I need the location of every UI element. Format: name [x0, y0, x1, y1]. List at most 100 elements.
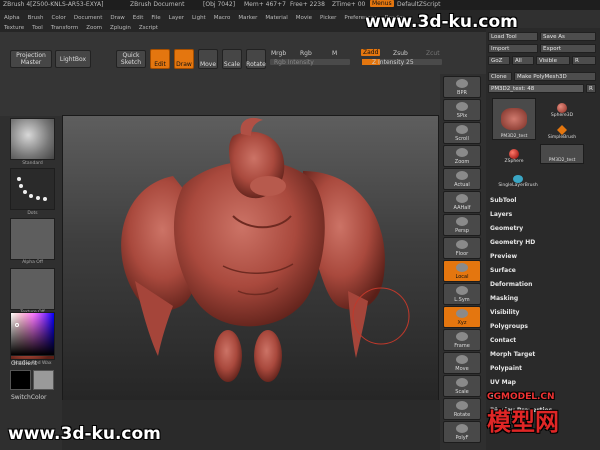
shelf-button-label: Floor: [455, 251, 469, 257]
tool-menu-deformation[interactable]: Deformation: [490, 278, 598, 292]
shelf-button-persp[interactable]: Persp: [443, 214, 481, 236]
export-button[interactable]: Export: [540, 44, 596, 53]
menu-item[interactable]: Brush: [28, 15, 44, 21]
menu-item[interactable]: Edit: [133, 15, 144, 21]
tool-cell-active[interactable]: PM3D2_test: [492, 98, 536, 140]
shelf-button-actual[interactable]: Actual: [443, 168, 481, 190]
load-tool-button[interactable]: Load Tool: [488, 32, 538, 41]
projection-master-button[interactable]: Projection Master: [10, 50, 52, 68]
tool-cell-zsphere[interactable]: ZSphere: [492, 144, 536, 164]
shelf-button-scroll[interactable]: Scroll: [443, 122, 481, 144]
switch-color-button[interactable]: SwitchColor: [11, 394, 47, 401]
menu-item[interactable]: Zplugin: [110, 25, 131, 31]
document-canvas[interactable]: [63, 116, 438, 400]
color-picker[interactable]: [10, 312, 55, 356]
zcut-toggle[interactable]: Zcut: [426, 50, 440, 57]
default-zscript-button[interactable]: DefaultZScript: [397, 1, 440, 8]
shelf-button-bpr[interactable]: BPR: [443, 76, 481, 98]
quick-sketch-button[interactable]: Quick Sketch: [116, 50, 146, 68]
draw-button[interactable]: Draw: [174, 49, 194, 69]
tool-menu-geometry-hd[interactable]: Geometry HD: [490, 236, 598, 250]
color-picker-cursor[interactable]: [15, 323, 19, 327]
menu-item[interactable]: Tool: [32, 25, 43, 31]
shelf-button-spix[interactable]: SPix: [443, 99, 481, 121]
tool-cell-pm3d2[interactable]: PM3D2_test: [540, 144, 584, 164]
tool-menu-uv-map[interactable]: UV Map: [490, 376, 598, 390]
make-polymesh-button[interactable]: Make PolyMesh3D: [514, 72, 596, 81]
menu-item[interactable]: Marker: [238, 15, 257, 21]
secondary-color-swatch[interactable]: [33, 370, 54, 390]
lightbox-button[interactable]: LightBox: [55, 50, 91, 68]
brush-thumbnail[interactable]: [10, 118, 55, 160]
shelf-button-label: SPix: [456, 113, 468, 119]
r-button[interactable]: R: [572, 56, 596, 65]
tool-menu-morph-target[interactable]: Morph Target: [490, 348, 598, 362]
move-button[interactable]: Move: [198, 49, 218, 69]
goz-button[interactable]: GoZ: [488, 56, 510, 65]
tool-cell-singlelayer[interactable]: SingleLayerBrush: [488, 166, 548, 188]
m-toggle[interactable]: M: [332, 50, 337, 57]
shelf-button-move[interactable]: Move: [443, 352, 481, 374]
tool-menu-geometry[interactable]: Geometry: [490, 222, 598, 236]
menu-item[interactable]: Picker: [320, 15, 336, 21]
tool-menu-subtool[interactable]: SubTool: [490, 194, 598, 208]
shelf-button-rotate[interactable]: Rotate: [443, 398, 481, 420]
stroke-thumbnail[interactable]: [10, 168, 55, 210]
menu-item[interactable]: Movie: [296, 15, 312, 21]
menu-item[interactable]: File: [151, 15, 160, 21]
rotate-button[interactable]: Rotate: [246, 49, 266, 69]
current-tool-r[interactable]: R: [586, 84, 596, 93]
tool-menu-polygroups[interactable]: Polygroups: [490, 320, 598, 334]
clone-button[interactable]: Clone: [488, 72, 512, 81]
import-button[interactable]: Import: [488, 44, 538, 53]
menu-item[interactable]: Material: [265, 15, 287, 21]
rgb-toggle[interactable]: Rgb: [300, 50, 312, 57]
gradient-toggle[interactable]: Gradient: [11, 360, 37, 367]
zadd-toggle[interactable]: Zadd: [361, 49, 381, 56]
shelf-button-aahalf[interactable]: AAHalf: [443, 191, 481, 213]
shelf-button-scale[interactable]: Scale: [443, 375, 481, 397]
menu-item[interactable]: Color: [52, 15, 66, 21]
menu-item[interactable]: Draw: [110, 15, 124, 21]
persp-icon: [456, 217, 468, 226]
shelf-button-zoom[interactable]: Zoom: [443, 145, 481, 167]
menu-item[interactable]: Document: [74, 15, 103, 21]
menu-item[interactable]: Texture: [4, 25, 24, 31]
menu-item[interactable]: Zscript: [139, 25, 158, 31]
shelf-button-label: Scroll: [455, 136, 469, 142]
save-as-button[interactable]: Save As: [540, 32, 596, 41]
shelf-button-polyf[interactable]: PolyF: [443, 421, 481, 443]
shelf-button-frame[interactable]: Frame: [443, 329, 481, 351]
tool-menu-visibility[interactable]: Visibility: [490, 306, 598, 320]
menu-item[interactable]: Transform: [51, 25, 78, 31]
tool-menu-preview[interactable]: Preview: [490, 250, 598, 264]
tool-sub-menus: SubTool Layers Geometry Geometry HD Preview S…: [490, 194, 598, 418]
visible-button[interactable]: Visible: [536, 56, 570, 65]
shelf-button-lsym[interactable]: L.Sym: [443, 283, 481, 305]
current-tool-slider[interactable]: PM3D2_test: 48: [488, 84, 584, 93]
edit-button[interactable]: Edit: [150, 49, 170, 69]
menu-item[interactable]: Alpha: [4, 15, 20, 21]
tool-menu-surface[interactable]: Surface: [490, 264, 598, 278]
tool-cell-sphere[interactable]: Sphere3D: [540, 98, 584, 118]
main-color-swatch[interactable]: [10, 370, 31, 390]
tool-menu-layers[interactable]: Layers: [490, 208, 598, 222]
mrgb-toggle[interactable]: Mrgb: [271, 50, 286, 57]
tool-menu-polypaint[interactable]: Polypaint: [490, 362, 598, 376]
menu-item[interactable]: Light: [192, 15, 206, 21]
all-button[interactable]: All: [512, 56, 534, 65]
tool-cell-label-3: SimpleBrush: [547, 135, 577, 140]
menus-button[interactable]: Menus: [370, 0, 394, 7]
menu-item[interactable]: Zoom: [86, 25, 102, 31]
menu-item[interactable]: Layer: [169, 15, 184, 21]
tool-menu-contact[interactable]: Contact: [490, 334, 598, 348]
zsub-toggle[interactable]: Zsub: [393, 50, 408, 57]
scale-button[interactable]: Scale: [222, 49, 242, 69]
tool-cell-simplebrush[interactable]: SimpleBrush: [540, 120, 584, 140]
shelf-button-floor[interactable]: Floor: [443, 237, 481, 259]
rotate-label: Rotate: [246, 61, 266, 68]
tool-menu-masking[interactable]: Masking: [490, 292, 598, 306]
menu-item[interactable]: Macro: [214, 15, 231, 21]
shelf-button-local[interactable]: Local: [443, 260, 481, 282]
shelf-button-xyz[interactable]: Xyz: [443, 306, 481, 328]
